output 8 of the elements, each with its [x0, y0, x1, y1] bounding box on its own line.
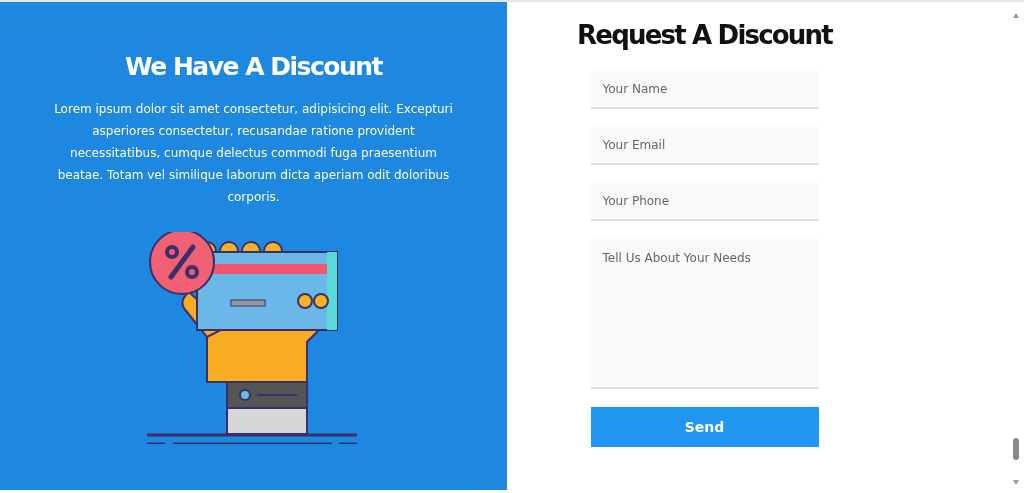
message-field[interactable]: Tell Us About Your Needs: [590, 239, 819, 390]
promo-paragraph: Lorem ipsum dolor sit amet consectetur, adipisicing elit. Excepturi asperiores consectetur, recusandae ratione provident necessitatibus, cumque delectus commodi fuga praesentium beatae. Totam vel similique laborum dicta aperiam odit doloribus corporis.: [53, 101, 454, 206]
input-field[interactable]: Your Email: [590, 127, 819, 166]
send-button[interactable]: Send: [590, 407, 819, 448]
form-heading: Request A Discount: [577, 20, 832, 52]
input-field[interactable]: Your Name: [590, 71, 819, 110]
promo-heading: We Have A Discount: [125, 52, 382, 82]
input-field[interactable]: Your Phone: [590, 183, 819, 222]
